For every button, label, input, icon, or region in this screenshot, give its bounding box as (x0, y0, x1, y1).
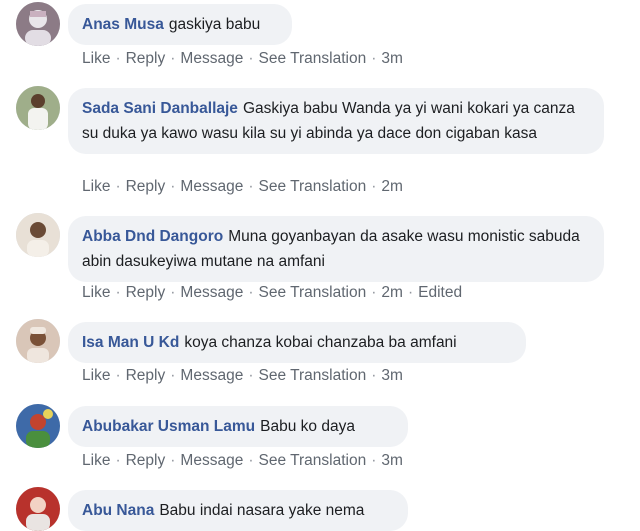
separator: · (371, 284, 377, 301)
comment-text: koya chanza kobai chanzaba ba amfani (184, 334, 457, 351)
comment-timestamp[interactable]: 3m (381, 50, 403, 67)
separator: · (115, 178, 121, 195)
comment-bubble: Abubakar Usman Lamu Babu ko daya (68, 406, 408, 447)
comment-actions: Like · Reply · Message · See Translation · 3m (82, 451, 403, 471)
separator: · (170, 367, 176, 384)
reply-link[interactable]: Reply (126, 367, 166, 384)
avatar[interactable] (16, 319, 60, 363)
comment-bubble: Abba Dnd Dangoro Muna goyanbayan da asake… (68, 216, 604, 282)
like-link[interactable]: Like (82, 452, 110, 469)
separator: · (115, 284, 121, 301)
comment-bubble: Isa Man U Kd koya chanza kobai chanzaba b… (68, 322, 526, 363)
separator: · (248, 284, 254, 301)
message-link[interactable]: Message (180, 178, 243, 195)
separator: · (371, 178, 377, 195)
comment-author[interactable]: Abba Dnd Dangoro (82, 228, 223, 245)
comment-bubble: Sada Sani Danballaje Gaskiya babu Wanda y… (68, 88, 604, 154)
separator: · (115, 452, 121, 469)
reply-link[interactable]: Reply (126, 452, 166, 469)
avatar[interactable] (16, 86, 60, 130)
comment-author[interactable]: Isa Man U Kd (82, 334, 179, 351)
comment-author[interactable]: Anas Musa (82, 16, 164, 33)
message-link[interactable]: Message (180, 50, 243, 67)
avatar[interactable] (16, 404, 60, 448)
like-link[interactable]: Like (82, 367, 110, 384)
separator: · (371, 367, 377, 384)
reply-link[interactable]: Reply (126, 284, 166, 301)
comment-actions: Like · Reply · Message · See Translation · 3m (82, 366, 403, 386)
comment-author[interactable]: Sada Sani Danballaje (82, 100, 238, 117)
separator: · (371, 50, 377, 67)
like-link[interactable]: Like (82, 50, 110, 67)
comment-author[interactable]: Abu Nana (82, 502, 154, 519)
like-link[interactable]: Like (82, 178, 110, 195)
separator: · (248, 178, 254, 195)
separator: · (371, 452, 377, 469)
separator: · (115, 50, 121, 67)
comment-text: Babu ko daya (260, 418, 355, 435)
avatar[interactable] (16, 213, 60, 257)
comment-text: gaskiya babu (168, 16, 261, 33)
comment-actions: Like · Reply · Message · See Translation · 3m (82, 49, 403, 69)
message-link[interactable]: Message (180, 452, 243, 469)
avatar[interactable] (16, 487, 60, 531)
separator: · (115, 367, 121, 384)
avatar[interactable] (16, 2, 60, 46)
comment-timestamp[interactable]: 3m (381, 452, 403, 469)
comment-actions: Like · Reply · Message · See Translation · 2m · Ed… (82, 283, 462, 303)
comment-bubble: Abu Nana Babu indai nasara yake nema (68, 490, 408, 531)
like-link[interactable]: Like (82, 284, 110, 301)
comment-timestamp[interactable]: 2m (381, 178, 403, 195)
see-translation-link[interactable]: See Translation (259, 367, 367, 384)
separator: · (248, 367, 254, 384)
edited-label[interactable]: Edited (418, 284, 462, 301)
comment-bubble: Anas Musa gaskiya babu (68, 4, 292, 45)
see-translation-link[interactable]: See Translation (259, 284, 367, 301)
comment-timestamp[interactable]: 3m (381, 367, 403, 384)
reply-link[interactable]: Reply (126, 50, 166, 67)
comment-timestamp[interactable]: 2m (381, 284, 403, 301)
see-translation-link[interactable]: See Translation (259, 452, 367, 469)
message-link[interactable]: Message (180, 367, 243, 384)
see-translation-link[interactable]: See Translation (259, 178, 367, 195)
separator: · (407, 284, 414, 301)
separator: · (248, 452, 254, 469)
comment-text: Babu indai nasara yake nema (159, 502, 365, 519)
separator: · (170, 50, 176, 67)
reply-link[interactable]: Reply (126, 178, 166, 195)
separator: · (170, 284, 176, 301)
see-translation-link[interactable]: See Translation (259, 50, 367, 67)
separator: · (170, 178, 176, 195)
comment-actions: Like · Reply · Message · See Translation · 2m (82, 177, 403, 197)
message-link[interactable]: Message (180, 284, 243, 301)
separator: · (170, 452, 176, 469)
comment-author[interactable]: Abubakar Usman Lamu (82, 418, 255, 435)
separator: · (248, 50, 254, 67)
